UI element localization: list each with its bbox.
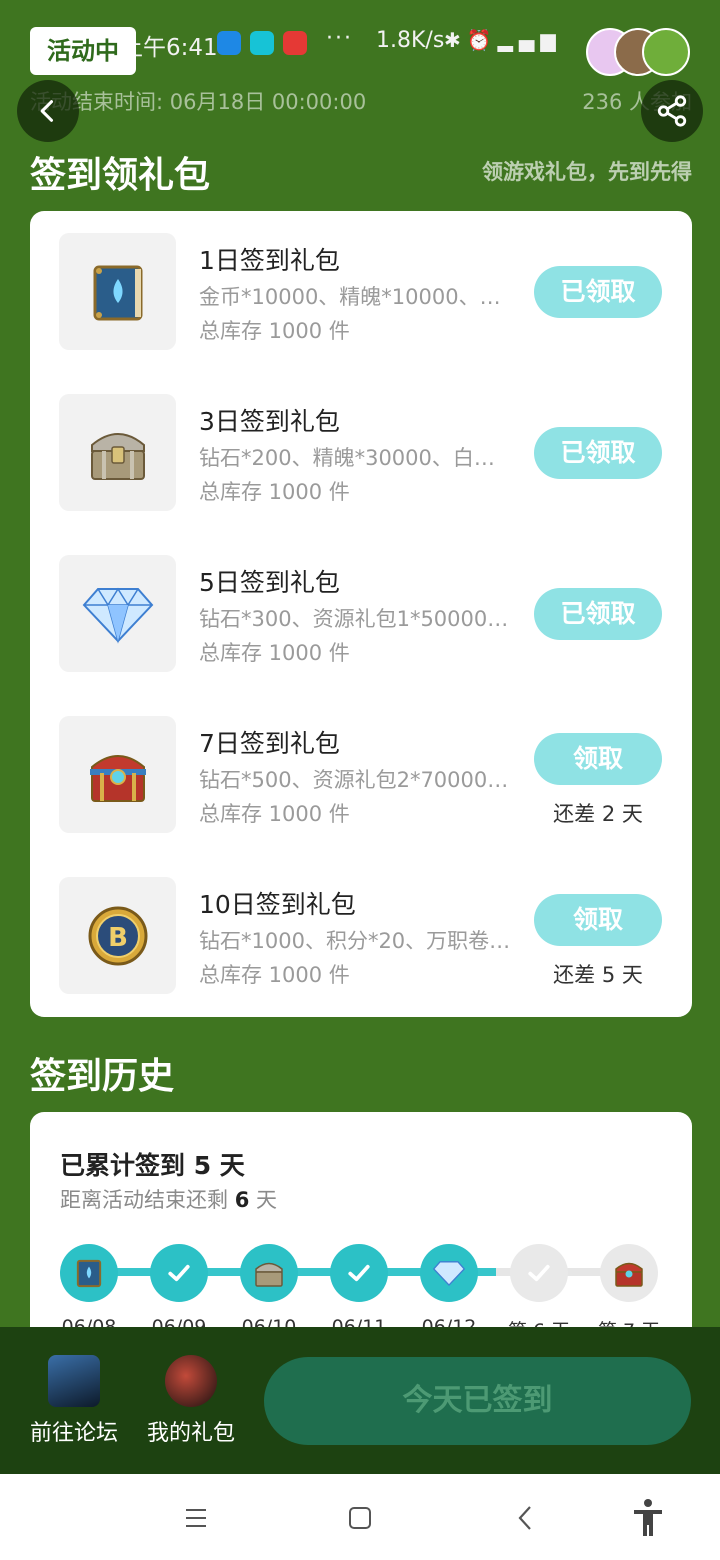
- silver-chest-icon: [255, 1262, 283, 1287]
- my-gifts-label: 我的礼包: [146, 1421, 235, 1446]
- svg-text:B: B: [108, 923, 128, 953]
- gift-name: 7日签到礼包: [199, 729, 340, 758]
- gift-description: 钻石*500、资源礼包2*70000、金币: [199, 768, 511, 792]
- claimed-button[interactable]: 已领取: [534, 588, 662, 640]
- red-chest-icon: [615, 1262, 643, 1287]
- gift-row: 5日签到礼包 钻石*300、资源礼包1*50000、金币 总库存 1000 件 …: [30, 555, 692, 673]
- forum-thumbnail: [48, 1355, 100, 1407]
- day-node-5: [420, 1244, 478, 1302]
- system-back-button[interactable]: [504, 1496, 548, 1540]
- history-section-title: 签到历史: [30, 1056, 175, 1097]
- share-button[interactable]: [641, 80, 703, 142]
- gifts-section-subtitle: 领游戏礼包，先到先得: [482, 160, 692, 184]
- diamond-icon: [432, 1261, 466, 1287]
- forum-label: 前往论坛: [29, 1421, 118, 1446]
- day-node-4: [330, 1244, 388, 1302]
- accessibility-button[interactable]: [626, 1496, 670, 1540]
- check-icon: [348, 1264, 370, 1282]
- day-node-2: [150, 1244, 208, 1302]
- gift-stock: 总库存 1000 件: [199, 319, 350, 343]
- gift-row: 3日签到礼包 钻石*200、精魄*30000、白银宝箱*2 总库存 1000 件…: [30, 394, 692, 512]
- home-square-icon: [349, 1507, 371, 1529]
- check-icon: [528, 1264, 550, 1282]
- menu-button[interactable]: [174, 1496, 218, 1540]
- gift-thumbnail: [59, 716, 176, 833]
- bottom-action-bar: 前往论坛 我的礼包 今天已签到: [0, 1327, 720, 1474]
- claimed-button[interactable]: 已领取: [534, 427, 662, 479]
- gift-name: 5日签到礼包: [199, 568, 340, 597]
- go-to-forum-button[interactable]: 前往论坛: [24, 1355, 124, 1447]
- gift-thumbnail: [59, 233, 176, 350]
- gift-description: 金币*10000、精魄*10000、技能书*10: [199, 285, 511, 309]
- gift-row: B 10日签到礼包 钻石*1000、积分*20、万职卷轴*5 总库存 1000 …: [30, 877, 692, 995]
- accessibility-icon: [634, 1499, 662, 1536]
- signal-icon: ▂▄▆: [497, 28, 562, 52]
- spellbook-icon: [76, 1259, 102, 1288]
- day-node-1: [60, 1244, 118, 1302]
- signed-today-button[interactable]: 今天已签到: [264, 1357, 691, 1445]
- gift-description: 钻石*1000、积分*20、万职卷轴*5: [199, 929, 511, 953]
- gift-list-card: 1日签到礼包 金币*10000、精魄*10000、技能书*10 总库存 1000…: [30, 211, 692, 1017]
- participant-avatars[interactable]: [586, 28, 692, 76]
- home-button[interactable]: [338, 1496, 382, 1540]
- alarm-icon: ⏰: [466, 28, 498, 52]
- gift-stock: 总库存 1000 件: [199, 802, 350, 826]
- more-notifications-icon: ···: [326, 26, 353, 51]
- gift-name: 10日签到礼包: [199, 890, 356, 919]
- network-speed: 1.8K/s: [376, 28, 445, 53]
- chevron-left-icon: [518, 1506, 531, 1530]
- red-chest-icon: [89, 754, 146, 802]
- gift-description: 钻石*300、资源礼包1*50000、金币: [199, 607, 511, 631]
- activity-countdown: 距离活动结束还剩 6 天: [60, 1188, 277, 1212]
- silver-chest-icon: [90, 432, 145, 480]
- chevron-left-icon: [40, 100, 54, 122]
- gift-row: 7日签到礼包 钻石*500、资源礼包2*70000、金币 总库存 1000 件 …: [30, 716, 692, 834]
- days-remaining: 还差 5 天: [553, 963, 643, 987]
- gift-name: 1日签到礼包: [199, 246, 340, 275]
- back-button[interactable]: [17, 80, 79, 142]
- coin-icon: B: [88, 906, 147, 965]
- system-nav-bar: [0, 1474, 720, 1560]
- gift-description: 钻石*200、精魄*30000、白银宝箱*2: [199, 446, 511, 470]
- gift-thumbnail: [59, 555, 176, 672]
- gift-row: 1日签到礼包 金币*10000、精魄*10000、技能书*10 总库存 1000…: [30, 233, 692, 351]
- share-icon: [657, 95, 687, 127]
- gift-avatar-icon: [165, 1355, 217, 1407]
- day-node-7: [600, 1244, 658, 1302]
- day-node-6: [510, 1244, 568, 1302]
- taptap-app-icon: [250, 31, 274, 55]
- gift-thumbnail: [59, 394, 176, 511]
- check-icon: [168, 1264, 190, 1282]
- my-gifts-button[interactable]: 我的礼包: [141, 1355, 241, 1447]
- music-app-icon: [283, 31, 307, 55]
- claim-button[interactable]: 领取: [534, 733, 662, 785]
- gifts-section-title: 签到领礼包: [30, 155, 211, 196]
- gift-name: 3日签到礼包: [199, 407, 340, 436]
- activity-info-row: 活动结束时间: 06月18日 00:00:00 236 人参加: [30, 84, 692, 114]
- activity-status-badge: 活动中: [30, 27, 136, 75]
- total-signed-days: 已累计签到 5 天: [60, 1151, 245, 1180]
- spellbook-icon: [93, 265, 142, 320]
- claimed-button[interactable]: 已领取: [534, 266, 662, 318]
- days-remaining: 还差 2 天: [553, 802, 643, 826]
- avatar: [642, 28, 690, 76]
- gift-stock: 总库存 1000 件: [199, 480, 350, 504]
- diamond-icon: [82, 587, 153, 644]
- gift-stock: 总库存 1000 件: [199, 641, 350, 665]
- day-node-3: [240, 1244, 298, 1302]
- bluetooth-icon: ✱: [444, 28, 467, 52]
- system-icons: ✱⏰▂▄▆: [444, 28, 562, 52]
- gift-thumbnail: B: [59, 877, 176, 994]
- gift-stock: 总库存 1000 件: [199, 963, 350, 987]
- activity-end-time: 活动结束时间: 06月18日 00:00:00: [30, 90, 367, 114]
- browser-app-icon: [217, 31, 241, 55]
- claim-button[interactable]: 领取: [534, 894, 662, 946]
- menu-icon: [186, 1509, 206, 1527]
